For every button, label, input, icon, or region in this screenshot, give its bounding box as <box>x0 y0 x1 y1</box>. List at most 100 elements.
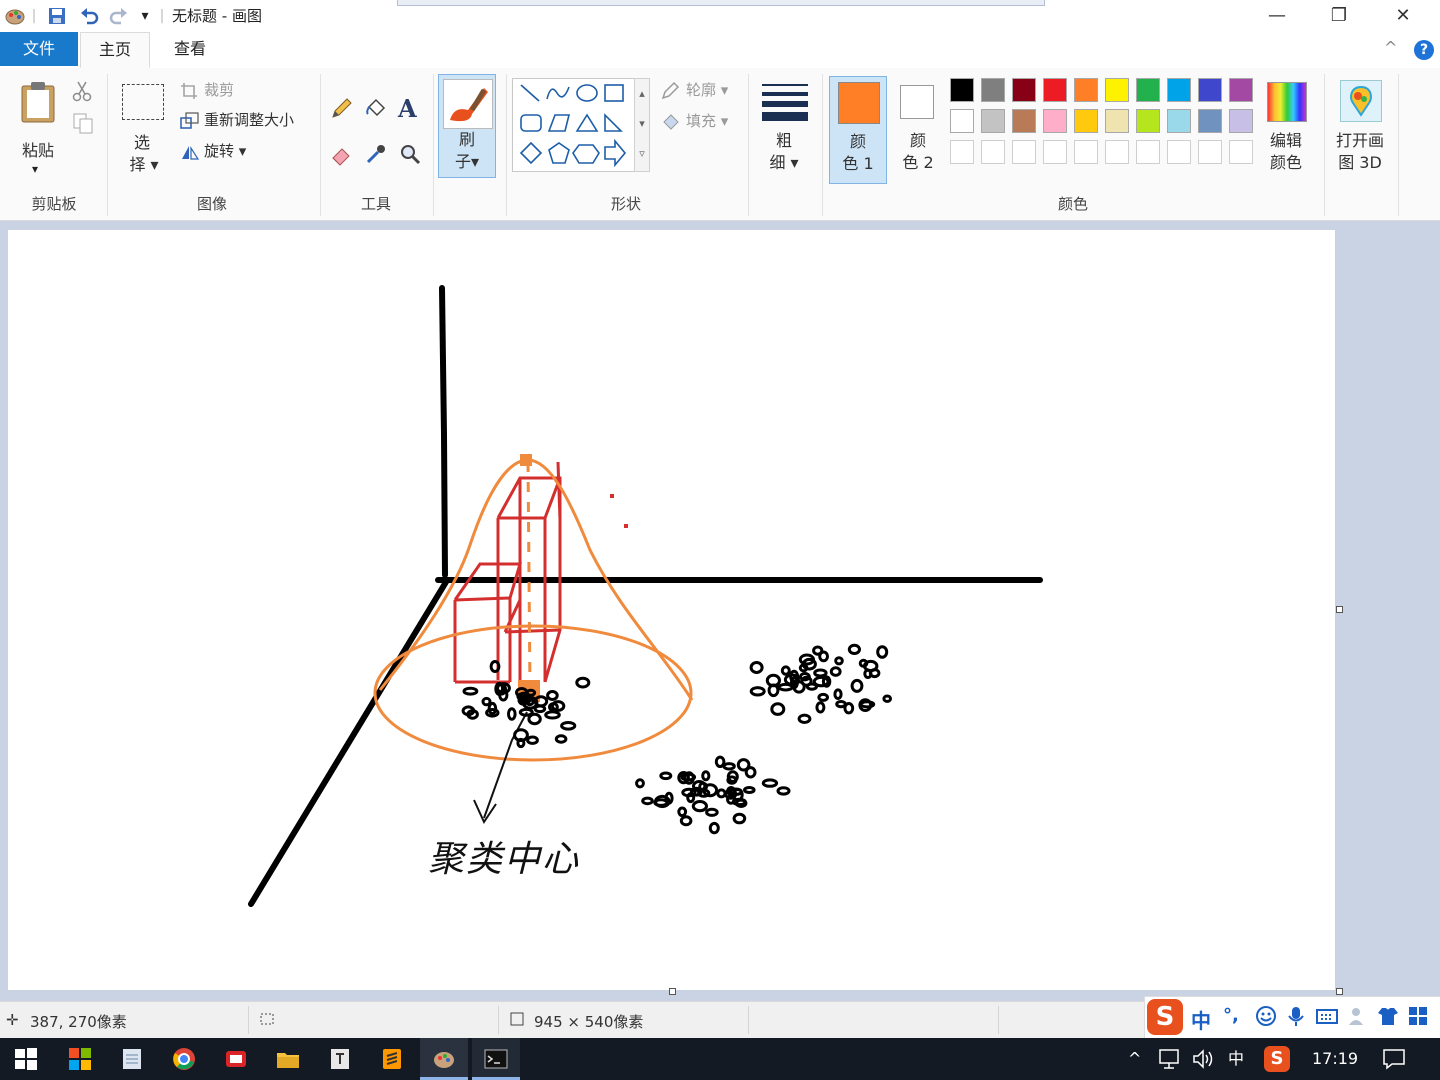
palette-empty-swatch[interactable] <box>1012 140 1036 164</box>
text-editor-icon[interactable] <box>328 1047 352 1071</box>
file-explorer-icon[interactable] <box>276 1047 300 1071</box>
close-button[interactable]: ✕ <box>1372 0 1434 32</box>
skin-icon[interactable] <box>1377 1005 1399 1031</box>
palette-empty-swatch[interactable] <box>1167 140 1191 164</box>
chrome-icon[interactable] <box>172 1047 196 1071</box>
canvas-size: 945 × 540像素 <box>534 1013 644 1031</box>
restore-button[interactable]: ❐ <box>1308 0 1370 32</box>
paint-app-icon[interactable] <box>4 6 26 26</box>
tray-overflow-icon[interactable]: ^ <box>1128 1048 1141 1070</box>
scatter-point <box>817 692 830 702</box>
palette-swatch[interactable] <box>1136 78 1160 102</box>
palette-swatch[interactable] <box>981 109 1005 133</box>
select-button[interactable]: 选 择 ▾ <box>118 80 170 180</box>
resize-handle-corner[interactable] <box>1336 988 1343 995</box>
color-picker-icon[interactable] <box>364 142 388 170</box>
color-palette[interactable] <box>950 78 1260 170</box>
paste-dropdown-icon: ▾ <box>32 162 39 176</box>
palette-swatch[interactable] <box>1198 109 1222 133</box>
resize-handle-right[interactable] <box>1336 606 1343 613</box>
fill-bucket-icon[interactable] <box>364 96 388 124</box>
shapes-gallery[interactable] <box>512 78 636 172</box>
minimize-button[interactable]: — <box>1246 0 1308 32</box>
size-button[interactable]: 粗 细 ▾ <box>756 78 814 178</box>
sublime-icon[interactable] <box>380 1047 404 1071</box>
scroll-up-icon[interactable]: ▴ <box>635 79 649 109</box>
tab-file[interactable]: 文件 <box>0 32 78 66</box>
resize-handle-bottom[interactable] <box>669 988 676 995</box>
palette-swatch[interactable] <box>1229 109 1253 133</box>
windows-start-icon[interactable] <box>14 1047 38 1071</box>
scroll-down-icon[interactable]: ▾ <box>635 109 649 139</box>
tab-view[interactable]: 查看 <box>152 32 228 66</box>
sogou-tray-icon[interactable]: S <box>1264 1046 1290 1072</box>
palette-swatch[interactable] <box>1043 109 1067 133</box>
color2-button[interactable]: 颜 色 2 <box>890 76 946 184</box>
app-grid-icon[interactable] <box>68 1047 92 1071</box>
edit-colors-button[interactable]: 编辑 颜色 <box>1262 78 1310 178</box>
palette-swatch[interactable] <box>1074 78 1098 102</box>
volume-icon[interactable] <box>1192 1048 1218 1074</box>
notepad-icon[interactable] <box>120 1047 144 1071</box>
copy-icon[interactable] <box>72 112 94 138</box>
palette-empty-swatch[interactable] <box>1043 140 1067 164</box>
palette-swatch[interactable] <box>1043 78 1067 102</box>
palette-swatch[interactable] <box>1167 78 1191 102</box>
palette-empty-swatch[interactable] <box>1136 140 1160 164</box>
ime-mode[interactable]: 中 <box>1191 1005 1211 1034</box>
terminal-task[interactable] <box>472 1038 520 1080</box>
undo-icon[interactable] <box>78 6 100 26</box>
collapse-ribbon-icon[interactable]: ^ <box>1384 38 1397 57</box>
notifications-icon[interactable] <box>1382 1047 1406 1075</box>
keyboard-icon[interactable] <box>1315 1005 1339 1031</box>
microphone-icon[interactable] <box>1285 1005 1307 1031</box>
clock-time[interactable]: 17:19 <box>1312 1048 1358 1070</box>
video-app-icon[interactable] <box>224 1047 248 1071</box>
palette-swatch[interactable] <box>1167 109 1191 133</box>
text-tool-icon[interactable]: A <box>398 94 417 123</box>
palette-swatch[interactable] <box>1074 109 1098 133</box>
paste-button[interactable]: 粘贴 ▾ <box>14 78 62 178</box>
paint-task-active[interactable] <box>420 1038 468 1080</box>
palette-swatch[interactable] <box>981 78 1005 102</box>
emoji-icon[interactable] <box>1255 1005 1277 1031</box>
pencil-icon[interactable] <box>330 96 354 124</box>
palette-swatch[interactable] <box>1012 78 1036 102</box>
user-icon[interactable] <box>1347 1005 1369 1031</box>
tab-home[interactable]: 主页 <box>80 32 150 68</box>
toolbox-icon[interactable] <box>1407 1005 1429 1031</box>
palette-swatch[interactable] <box>1105 78 1129 102</box>
customize-quick-access-icon[interactable]: ▾ <box>138 6 152 26</box>
palette-swatch[interactable] <box>950 78 974 102</box>
paint3d-label-2: 图 3D <box>1338 153 1382 172</box>
palette-empty-swatch[interactable] <box>1074 140 1098 164</box>
palette-swatch[interactable] <box>950 109 974 133</box>
palette-swatch[interactable] <box>1105 109 1129 133</box>
ime-punctuation[interactable]: °, <box>1223 1005 1239 1026</box>
brushes-button[interactable]: 刷 子▾ <box>438 74 496 178</box>
ime-toolbar[interactable]: S 中 °, <box>1144 996 1440 1040</box>
color1-button[interactable]: 颜 色 1 <box>829 76 887 184</box>
magnifier-icon[interactable] <box>398 142 422 170</box>
palette-empty-swatch[interactable] <box>1105 140 1129 164</box>
save-icon[interactable] <box>46 6 68 26</box>
sogou-logo-icon[interactable]: S <box>1147 999 1183 1035</box>
input-language[interactable]: 中 <box>1228 1048 1244 1070</box>
palette-empty-swatch[interactable] <box>1198 140 1222 164</box>
palette-empty-swatch[interactable] <box>1229 140 1253 164</box>
palette-swatch[interactable] <box>1198 78 1222 102</box>
redo-icon[interactable] <box>108 6 130 26</box>
palette-swatch[interactable] <box>1012 109 1036 133</box>
help-icon[interactable]: ? <box>1414 40 1434 60</box>
gallery-more-icon[interactable]: ▿ <box>635 139 649 169</box>
shapes-scroll[interactable]: ▴ ▾ ▿ <box>634 78 650 172</box>
drawing-canvas[interactable]: 聚类中心 <box>8 230 1335 990</box>
palette-swatch[interactable] <box>1229 78 1253 102</box>
cut-icon[interactable] <box>72 80 92 106</box>
palette-empty-swatch[interactable] <box>950 140 974 164</box>
open-paint3d-button[interactable]: 打开画 图 3D <box>1330 78 1390 178</box>
palette-empty-swatch[interactable] <box>981 140 1005 164</box>
eraser-icon[interactable] <box>330 142 354 170</box>
palette-swatch[interactable] <box>1136 109 1160 133</box>
network-icon[interactable] <box>1158 1048 1182 1074</box>
